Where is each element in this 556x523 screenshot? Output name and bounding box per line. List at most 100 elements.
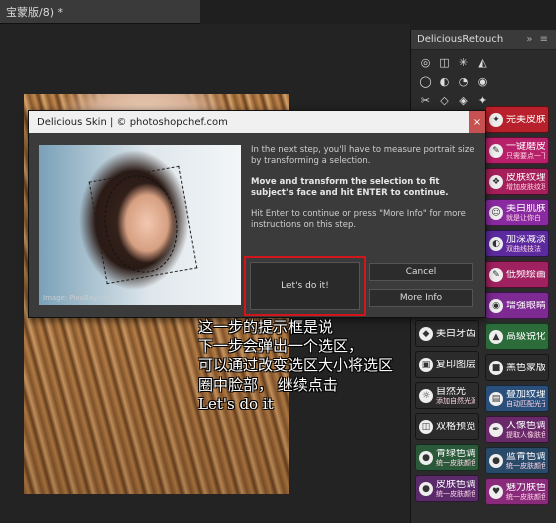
tool-icon[interactable]: ✂ <box>417 92 434 109</box>
panel-button[interactable]: ♥ 魅力肤色 统一皮肤颜色 <box>485 478 549 505</box>
panel-button-sublabel: 提取人像肤色 <box>506 430 545 439</box>
annotation-line: Let's do it <box>198 394 274 413</box>
panel-button-text: 双格预览 <box>436 422 475 432</box>
drop-icon: ● <box>419 450 433 465</box>
panel-button-text: 增强眼睛 <box>506 301 545 311</box>
document-tab[interactable]: 宝蒙版/8) * <box>0 0 200 24</box>
close-icon[interactable]: × <box>469 111 485 133</box>
panel-button-label: 增强眼睛 <box>506 300 545 311</box>
preview-image: Image: PixaBay.com <box>39 145 241 305</box>
panel-button-label: 魅力肤色 <box>506 482 545 493</box>
dialog-instructions: In the next step, you'll have to measure… <box>251 145 477 241</box>
panel-button-text: 魅力肤色 统一皮肤颜色 <box>506 483 545 501</box>
more-info-button[interactable]: More Info <box>369 289 473 307</box>
panel-button-sublabel: 统一皮肤颜色 <box>506 461 545 470</box>
panel-button-text: 皮肤色调 统一皮肤颜色 <box>436 480 475 498</box>
contrast-icon: ◐ <box>489 236 503 251</box>
panel-button-text: 叠加纹理 自动匹配光子 <box>506 390 545 408</box>
panel-button-label: 加深减淡 <box>506 234 545 245</box>
highlight-frame: Let's do it! <box>244 256 366 316</box>
panel-button-text: 美白牙齿 <box>436 329 475 339</box>
panel-button-sublabel: 自动匹配光子 <box>506 399 545 408</box>
heart-icon: ♥ <box>489 484 503 499</box>
panel-button[interactable]: ● 青绿色调 统一皮肤颜色 <box>415 444 479 471</box>
panel-button[interactable]: ✦ 完美皮肤 <box>485 106 549 133</box>
panel-button-label: 皮肤纹理 <box>506 172 545 183</box>
panel-button-text: 青绿色调 统一皮肤颜色 <box>436 449 475 467</box>
instruction-text-2: Move and transform the selection to fit … <box>251 177 449 199</box>
panel-button-label: 青绿色调 <box>436 448 475 459</box>
tool-icon[interactable]: ◇ <box>436 92 453 109</box>
panel-menu-icon[interactable]: » ≡ <box>526 34 550 45</box>
panel-button[interactable]: ▤ 叠加纹理 自动匹配光子 <box>485 385 549 412</box>
panel-button[interactable]: ✎ 低频绘画 <box>485 261 549 288</box>
panel-button[interactable]: ❖ 皮肤纹理 增加皮肤纹理 <box>485 168 549 195</box>
dialog-titlebar: Delicious Skin | © photoshopchef.com × <box>29 111 485 133</box>
panel-button-label: 美白牙齿 <box>436 328 475 339</box>
panel-button-sublabel: 统一皮肤颜色 <box>506 492 545 501</box>
panel-button-label: 皮肤色调 <box>436 479 475 490</box>
tool-icon[interactable]: ✳ <box>455 54 472 71</box>
layers-icon: ▤ <box>489 391 503 406</box>
tool-icon[interactable]: ◯ <box>417 73 434 90</box>
dialog-title: Delicious Skin | © photoshopchef.com <box>37 116 228 128</box>
face-icon: ☺ <box>489 205 503 220</box>
panel-button[interactable]: ■ 黑色蒙版 <box>485 354 549 381</box>
panel-button-text: 黑色蒙版 <box>506 363 545 373</box>
pen-icon: ✒ <box>489 422 503 437</box>
panel-button-label: 蓝青色调 <box>506 451 545 462</box>
panel-button-text: 皮肤纹理 增加皮肤纹理 <box>506 173 545 191</box>
panel-button[interactable]: ◫ 双格预览 <box>415 413 479 440</box>
panel-button-text: 低频绘画 <box>506 270 545 280</box>
tool-icon[interactable]: ◔ <box>455 73 472 90</box>
panel-button[interactable]: ✒ 人像色调 提取人像肤色 <box>485 416 549 443</box>
delicious-skin-dialog: Delicious Skin | © photoshopchef.com × I… <box>28 110 486 318</box>
panel-button-label: 一键磨皮 <box>506 141 545 152</box>
panel-button-label: 完美皮肤 <box>506 114 545 125</box>
tool-icon[interactable]: ◎ <box>417 54 434 71</box>
cancel-button[interactable]: Cancel <box>369 263 473 281</box>
panel-button-sublabel: 统一皮肤颜色 <box>436 458 475 467</box>
texture-icon: ❖ <box>489 174 503 189</box>
spark-icon: ✦ <box>489 112 503 127</box>
panel-button-sublabel: 只需要点一下 <box>506 151 545 160</box>
tool-icon[interactable]: ◫ <box>436 54 453 71</box>
panel-button-label: 自然光 <box>436 386 466 397</box>
panel-button-text: 高级锐化 <box>506 332 545 342</box>
panel-button-sublabel: 双曲线技法 <box>506 244 541 253</box>
tool-icon[interactable]: ◉ <box>474 73 491 90</box>
tool-icon[interactable]: ◭ <box>474 54 491 71</box>
tool-icon[interactable]: ◐ <box>436 73 453 90</box>
panel-button[interactable]: ◉ 增强眼睛 <box>485 292 549 319</box>
mask-icon: ■ <box>489 360 503 375</box>
eye-icon: ◉ <box>489 298 503 313</box>
panel-button-text: 人像色调 提取人像肤色 <box>506 421 545 439</box>
panel-button-text: 完美皮肤 <box>506 115 545 125</box>
panel-button[interactable]: ◐ 加深减淡 双曲线技法 <box>485 230 549 257</box>
panel-button[interactable]: ▲ 高级锐化 <box>485 323 549 350</box>
panel-button-text: 加深减淡 双曲线技法 <box>506 235 545 253</box>
panel-button-sublabel: 添加自然光源 <box>436 396 475 405</box>
panel-button-label: 复印图层 <box>436 359 475 370</box>
annotation-line: 圈中脸部， 继续点击 <box>198 375 338 394</box>
panel-button-label: 低频绘画 <box>506 269 545 280</box>
panel-button-sublabel: 增加皮肤纹理 <box>506 182 545 191</box>
panel-button-label: 美白肌肤 <box>506 203 545 214</box>
split-icon: ◫ <box>419 419 433 434</box>
panel-button-text: 一键磨皮 只需要点一下 <box>506 142 545 160</box>
panel-button-label: 双格预览 <box>436 421 475 432</box>
panel-button-label: 黑色蒙版 <box>506 362 545 373</box>
panel-button[interactable]: ● 蓝青色调 统一皮肤颜色 <box>485 447 549 474</box>
drop-icon: ● <box>419 481 433 496</box>
tool-icon[interactable]: ◈ <box>455 92 472 109</box>
panel-button-text: 美白肌肤 就是让你白 <box>506 204 545 222</box>
annotation-line: 可以通过改变选区大小将选区 <box>198 356 394 375</box>
instruction-text-3: Hit Enter to continue or press "More Inf… <box>251 209 466 231</box>
panel-button[interactable]: ● 皮肤色调 统一皮肤颜色 <box>415 475 479 502</box>
panel-button[interactable]: ✎ 一键磨皮 只需要点一下 <box>485 137 549 164</box>
lets-do-it-button[interactable]: Let's do it! <box>250 262 360 310</box>
annotation-line: 下一步会弹出一个选区， <box>198 337 364 356</box>
panel-button-label: 高级锐化 <box>506 331 545 342</box>
panel-title: DeliciousRetouch <box>417 34 504 45</box>
panel-button[interactable]: ☺ 美白肌肤 就是让你白 <box>485 199 549 226</box>
